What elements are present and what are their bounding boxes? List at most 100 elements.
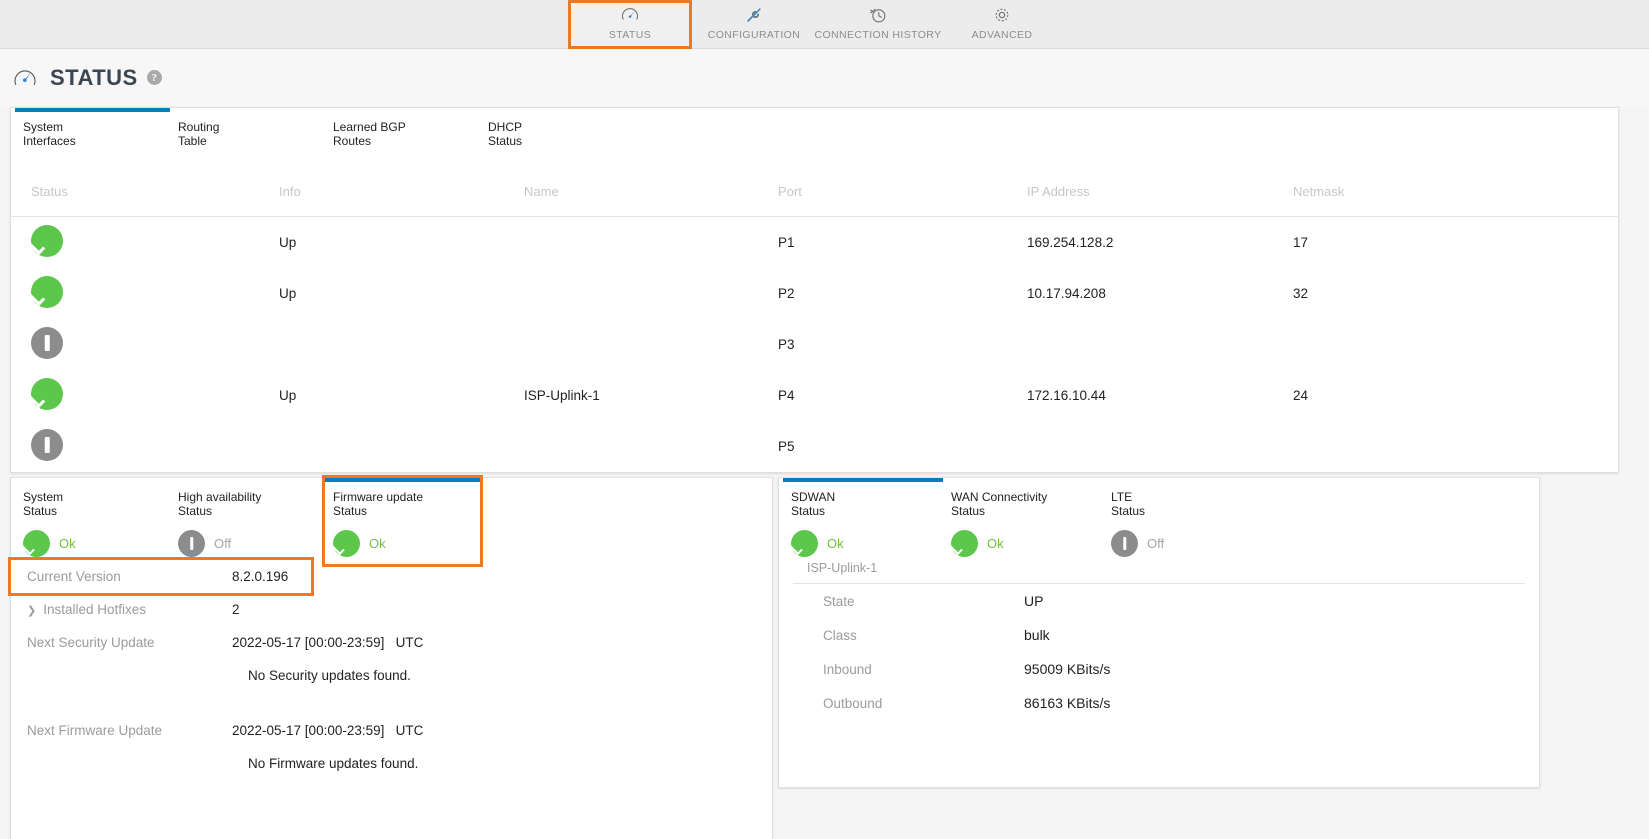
- row-installed-hotfixes-label: ❯ Installed Hotfixes: [11, 602, 232, 617]
- gauge-icon: [620, 4, 640, 26]
- table-row[interactable]: P3: [11, 319, 1618, 370]
- row-outbound: Outbound 86163 KBits/s: [793, 686, 1525, 720]
- cell-status: [11, 370, 279, 421]
- tab-routing-table[interactable]: Routing Table: [170, 108, 325, 155]
- row-inbound-label: Inbound: [823, 661, 872, 677]
- nav-item-configuration[interactable]: CONFIGURATION: [692, 0, 816, 49]
- tab-sdwan-status[interactable]: SDWAN Status Ok: [783, 478, 943, 564]
- sdwan-detail-list: ISP-Uplink-1 State UP Class bulk Inbound…: [779, 558, 1539, 720]
- row-outbound-label: Outbound: [823, 695, 883, 711]
- tab-high-availability-value: Off: [214, 535, 232, 551]
- wrench-screwdriver-icon: [744, 4, 764, 26]
- tab-dhcp-status[interactable]: DHCP Status: [480, 108, 635, 155]
- row-inbound-value: 95009 KBits/s: [1024, 661, 1111, 677]
- nav-item-connection-history[interactable]: CONNECTION HISTORY: [814, 0, 942, 49]
- cell-name: ISP-Uplink-1: [524, 387, 600, 403]
- tab-dhcp-status-line2: Status: [488, 133, 523, 148]
- tab-lte-line1: LTE: [1111, 490, 1133, 504]
- tab-firmware-update-status[interactable]: Firmware update Status Ok: [322, 475, 483, 567]
- tab-wan-connectivity-line1: WAN Connectivity: [951, 490, 1048, 504]
- tab-wan-connectivity-status[interactable]: WAN Connectivity Status Ok: [943, 478, 1103, 564]
- table-row[interactable]: P5: [11, 421, 1618, 472]
- column-header-name[interactable]: Name: [524, 184, 778, 217]
- tab-lte-indicator: Off: [1111, 530, 1253, 557]
- cell-port: P2: [778, 285, 795, 301]
- tab-routing-table-line2: Table: [178, 133, 207, 148]
- table-row[interactable]: Up P2 10.17.94.208 32: [11, 268, 1618, 319]
- cell-status: [11, 319, 279, 370]
- cell-netmask: 32: [1293, 285, 1309, 301]
- table-row[interactable]: Up P1 169.254.128.2 17: [11, 217, 1618, 268]
- tab-high-availability-status[interactable]: High availability Status Off: [170, 478, 325, 564]
- system-tabstrip: System Status Ok High availability Statu…: [11, 475, 772, 567]
- gear-icon: [992, 4, 1012, 26]
- cell-netmask: 24: [1293, 387, 1309, 403]
- tab-high-availability-line2: Status: [178, 503, 213, 518]
- nav-item-status[interactable]: STATUS: [568, 0, 692, 49]
- tab-high-availability-indicator: Off: [178, 530, 315, 557]
- nav-item-connection-history-label: CONNECTION HISTORY: [814, 29, 942, 41]
- cell-name: [524, 268, 778, 319]
- nav-item-status-label: STATUS: [608, 29, 652, 41]
- tab-learned-bgp-routes[interactable]: Learned BGP Routes: [325, 108, 480, 155]
- tab-firmware-update-value: Ok: [369, 535, 386, 551]
- tab-routing-table-line1: Routing: [178, 120, 220, 134]
- row-next-firmware-update: Next Firmware Update 2022-05-17 [00:00-2…: [11, 714, 772, 747]
- column-header-ip-address[interactable]: IP Address: [1027, 184, 1293, 217]
- cell-netmask: [1293, 421, 1618, 472]
- top-navigation-bar: STATUS CONFIGURATION CONNECTION HISTORY …: [0, 0, 1649, 49]
- column-header-info[interactable]: Info: [279, 184, 524, 217]
- column-header-port[interactable]: Port: [778, 184, 1027, 217]
- system-status-card: System Status Ok High availability Statu…: [8, 475, 773, 839]
- status-off-icon: [178, 530, 205, 557]
- tab-system-status[interactable]: System Status Ok: [15, 478, 170, 564]
- row-class-label: Class: [823, 627, 857, 643]
- chevron-right-icon[interactable]: ❯: [27, 604, 36, 617]
- tab-lte-status[interactable]: LTE Status Off: [1103, 478, 1263, 564]
- row-next-security-update: Next Security Update 2022-05-17 [00:00-2…: [11, 626, 772, 659]
- page-header: STATUS ?: [0, 49, 1649, 106]
- tab-sdwan-value: Ok: [827, 535, 844, 551]
- cell-ip: 172.16.10.44: [1027, 387, 1106, 403]
- cell-info: Up: [279, 387, 297, 403]
- status-ok-icon: [23, 530, 50, 557]
- tab-wan-connectivity-indicator: Ok: [951, 530, 1093, 557]
- interfaces-table-body: Up P1 169.254.128.2 17 Up P2 10.17.94.20…: [11, 217, 1618, 472]
- cell-name: [524, 421, 778, 472]
- row-security-update-message: No Security updates found.: [11, 659, 772, 692]
- tab-dhcp-status-line1: DHCP: [488, 120, 523, 134]
- clock-history-icon: [868, 4, 888, 26]
- cell-info: [279, 421, 524, 472]
- tab-sdwan-indicator: Ok: [791, 530, 933, 557]
- tab-learned-bgp-routes-line2: Routes: [333, 133, 372, 148]
- row-next-firmware-update-label: Next Firmware Update: [27, 723, 163, 738]
- status-ok-icon: [951, 530, 978, 557]
- column-header-netmask[interactable]: Netmask: [1293, 184, 1618, 217]
- cell-ip: [1027, 319, 1293, 370]
- cell-ip: 169.254.128.2: [1027, 234, 1114, 250]
- interfaces-table: Status Info Name Port IP Address Netmask…: [11, 184, 1618, 472]
- tab-system-interfaces[interactable]: System Interfaces: [15, 108, 170, 155]
- row-installed-hotfixes[interactable]: ❯ Installed Hotfixes 2: [11, 593, 772, 626]
- cell-port: P5: [778, 438, 795, 454]
- tab-sdwan-line2: Status: [791, 503, 826, 518]
- column-header-status[interactable]: Status: [11, 184, 279, 217]
- status-off-icon: [31, 428, 63, 461]
- sdwan-group-title: ISP-Uplink-1: [793, 558, 1525, 584]
- row-current-version[interactable]: Current Version 8.2.0.196: [8, 557, 314, 596]
- row-next-security-update-value: 2022-05-17 [00:00-23:59] UTC: [232, 635, 424, 650]
- row-firmware-update-message: No Firmware updates found.: [11, 747, 772, 780]
- row-inbound: Inbound 95009 KBits/s: [793, 652, 1525, 686]
- nav-item-advanced-label: ADVANCED: [971, 29, 1033, 41]
- status-off-icon: [1111, 530, 1138, 557]
- question-mark-icon[interactable]: ?: [146, 70, 162, 85]
- tab-firmware-update-indicator: Ok: [333, 530, 470, 557]
- tab-system-interfaces-line1: System: [23, 120, 64, 134]
- nav-item-advanced[interactable]: ADVANCED: [940, 0, 1064, 49]
- status-ok-icon: [791, 530, 818, 557]
- tab-firmware-update-line2: Status: [333, 503, 368, 518]
- status-off-icon: [31, 326, 63, 359]
- cell-status: [11, 268, 279, 319]
- table-row[interactable]: Up ISP-Uplink-1 P4 172.16.10.44 24: [11, 370, 1618, 421]
- cell-name: [524, 217, 778, 268]
